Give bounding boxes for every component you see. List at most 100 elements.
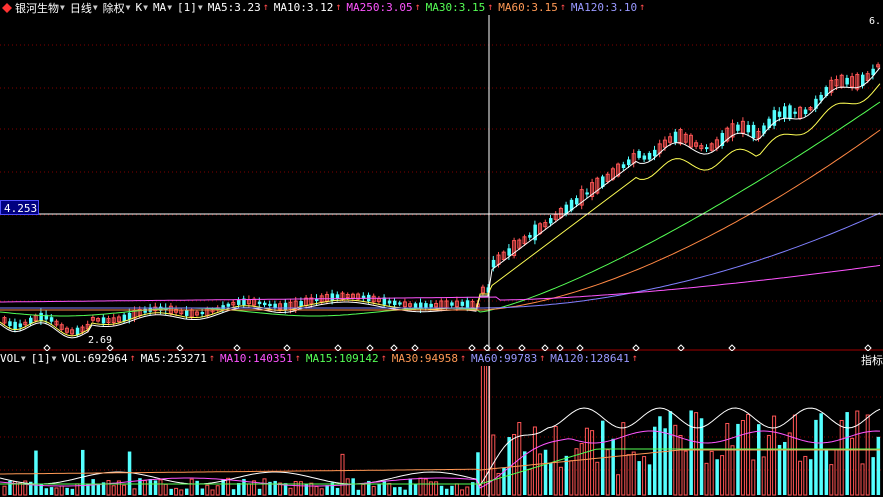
candle-body <box>39 312 43 321</box>
candle-body <box>460 301 465 306</box>
candle-body <box>528 234 532 238</box>
volume-bar <box>314 485 319 496</box>
volume-bar <box>720 455 725 496</box>
candle-body <box>746 124 751 133</box>
candle-body <box>653 149 657 157</box>
vol-ma10-line <box>0 430 881 489</box>
low-price-label: 2.69 <box>88 335 113 346</box>
volume-bar <box>584 427 589 496</box>
vol-param-dropdown[interactable]: [1] ▼ <box>31 352 57 365</box>
ma-item: MA30:3.15 ↑ <box>426 1 494 14</box>
candle-body <box>673 131 678 143</box>
vol-item: MA60:99783 ↑ <box>471 352 545 365</box>
candle-body <box>788 105 792 120</box>
vol-value: MA10:140351 <box>219 352 293 365</box>
candle-body <box>127 312 132 320</box>
candle-body <box>200 312 205 315</box>
volume-bar <box>257 488 262 495</box>
volume-bar <box>527 468 532 496</box>
volume-bar <box>605 449 610 496</box>
volume-bar <box>626 454 631 496</box>
up-arrow-icon: ↑ <box>459 353 466 364</box>
candle-body <box>845 77 849 85</box>
volume-bar <box>91 479 95 495</box>
candle-body <box>783 106 787 119</box>
volume-bar <box>335 487 340 495</box>
volume-bar <box>340 453 345 496</box>
ma-value: MA60:3.15 <box>498 1 558 14</box>
volume-bar <box>351 478 355 495</box>
volume-bar <box>558 466 563 496</box>
volume-bar <box>850 437 855 496</box>
volume-bar <box>766 434 771 496</box>
volume-bar <box>653 426 657 495</box>
volume-bar <box>158 479 163 496</box>
volume-bar <box>231 489 236 495</box>
stock-name-dropdown[interactable]: 银河生物 ▼ <box>15 0 65 15</box>
volume-bar <box>694 412 699 496</box>
candle-body <box>330 293 335 301</box>
volume-bar <box>704 462 709 496</box>
candle-body <box>450 302 454 306</box>
volume-bar <box>252 480 257 496</box>
candle-body <box>18 323 23 328</box>
period-dropdown[interactable]: 日线 ▼ <box>70 0 98 15</box>
volume-bar <box>668 411 673 495</box>
volume-bar <box>819 413 823 495</box>
volume-bar <box>423 478 428 496</box>
candle-body <box>398 302 402 305</box>
up-arrow-icon: ↑ <box>294 353 301 364</box>
volume-bar <box>476 452 480 495</box>
chart-type-dropdown[interactable]: K ▼ <box>135 1 147 14</box>
up-arrow-icon: ↑ <box>487 2 494 13</box>
vol-indicator-dropdown[interactable]: VOL ▼ <box>0 352 26 365</box>
up-arrow-icon: ↑ <box>559 2 566 13</box>
vol-value: MA120:128641 <box>550 352 630 365</box>
volume-bar <box>678 434 683 496</box>
volume-bar <box>59 485 64 496</box>
volume-bar <box>663 428 667 495</box>
candle-body <box>637 150 641 158</box>
candle-body <box>413 303 418 308</box>
vol-item: MA30:94958 ↑ <box>392 352 466 365</box>
volume-bar <box>480 354 485 496</box>
chevron-down-icon: ▼ <box>125 3 131 12</box>
indicator-dropdown[interactable]: MA ▼ <box>153 1 172 14</box>
volume-bar <box>523 451 527 495</box>
volume-bar <box>803 455 808 496</box>
up-arrow-icon: ↑ <box>414 2 421 13</box>
candle-body <box>507 248 511 256</box>
param-dropdown[interactable]: [1] ▼ <box>177 1 203 14</box>
adjust-dropdown[interactable]: 除权 ▼ <box>103 0 131 15</box>
candle-body <box>387 300 392 304</box>
candle-body <box>268 303 272 307</box>
candle-body <box>585 192 589 195</box>
candle-body <box>751 124 756 139</box>
volume-bar <box>210 489 215 496</box>
volume-bar <box>413 484 418 495</box>
volume-bar <box>418 477 423 496</box>
volume-bar <box>96 484 101 495</box>
kline-chart[interactable] <box>0 0 883 497</box>
volume-bar <box>637 461 641 495</box>
volume-bar <box>2 485 7 496</box>
volume-bar <box>54 487 59 496</box>
volume-bar <box>163 483 168 496</box>
indicator-button[interactable]: 指标 <box>861 352 883 368</box>
candle-body <box>101 317 106 324</box>
candle-body <box>793 111 797 114</box>
volume-bar <box>445 488 449 495</box>
vol-values: VOL:692964 ↑ MA5:253271 ↑ MA10:140351 ↑ MA15:1… <box>61 352 642 365</box>
candle-body <box>185 309 189 316</box>
candle-body <box>491 259 496 268</box>
volume-bar <box>387 482 392 496</box>
stock-diamond-icon <box>2 2 12 13</box>
vol-value: MA15:109142 <box>305 352 379 365</box>
volume-bar <box>246 483 251 496</box>
up-arrow-icon: ↑ <box>129 353 136 364</box>
period-label: 日线 <box>69 1 92 15</box>
volume-bar <box>538 453 543 496</box>
volume-bar <box>454 483 459 496</box>
volume-bar <box>611 438 615 495</box>
volume-bar <box>377 484 381 495</box>
